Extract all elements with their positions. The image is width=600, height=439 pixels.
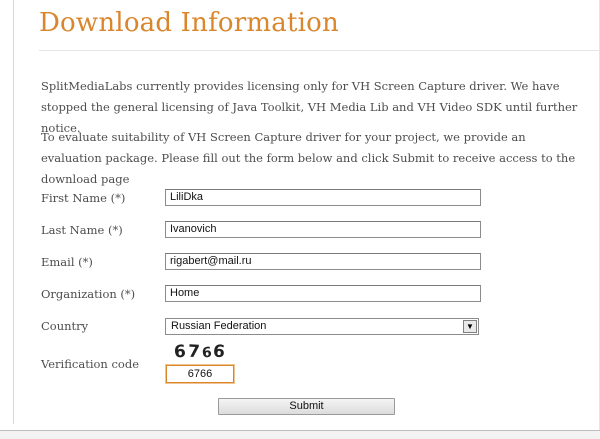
first-name-field[interactable]: LiliDka: [165, 189, 481, 206]
page-title: Download Information: [39, 8, 339, 38]
instructions-paragraph: To evaluate suitability of VH Screen Cap…: [41, 130, 576, 186]
bottom-strip: [0, 431, 600, 439]
title-divider: [39, 50, 599, 51]
email-label: Email (*): [41, 255, 93, 269]
organization-field[interactable]: Home: [165, 285, 481, 302]
country-select[interactable]: Russian Federation ▼: [165, 318, 479, 335]
captcha-char: 7: [187, 341, 203, 363]
left-border: [13, 0, 14, 424]
submit-button[interactable]: Submit: [218, 398, 395, 415]
organization-label: Organization (*): [41, 287, 136, 301]
last-name-label: Last Name (*): [41, 223, 123, 237]
captcha-image: 6766: [173, 341, 230, 363]
verification-code-field[interactable]: 6766: [165, 364, 235, 384]
first-name-label: First Name (*): [41, 191, 126, 205]
captcha-char: 6: [212, 341, 229, 363]
last-name-field[interactable]: Ivanovich: [165, 221, 481, 238]
country-label: Country: [41, 319, 89, 333]
captcha-char: 6: [173, 341, 189, 363]
country-selected-value: Russian Federation: [171, 320, 267, 332]
email-field[interactable]: rigabert@mail.ru: [165, 253, 481, 270]
chevron-down-icon[interactable]: ▼: [463, 320, 477, 333]
verification-label: Verification code: [41, 357, 140, 371]
